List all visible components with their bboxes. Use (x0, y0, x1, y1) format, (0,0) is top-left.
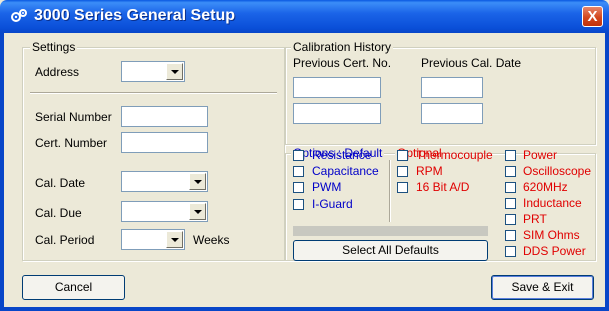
option-power-label: Power (523, 148, 558, 162)
checkbox-sim-ohms[interactable] (505, 230, 516, 241)
chevron-down-icon[interactable] (166, 63, 183, 80)
serial-number-label: Serial Number (35, 110, 112, 124)
title-bar[interactable]: 3000 Series General Setup X (0, 0, 609, 33)
chevron-down-icon[interactable] (189, 173, 206, 190)
window-border-right (605, 33, 609, 311)
option-prt-label: PRT (523, 212, 547, 226)
cancel-button-label: Cancel (54, 280, 93, 294)
checkbox-dds-power[interactable] (505, 246, 516, 257)
option-inductance-label: Inductance (523, 196, 582, 210)
window-title: 3000 Series General Setup (34, 7, 235, 24)
settings-divider (30, 92, 277, 94)
close-icon: X (587, 8, 598, 25)
cancel-button[interactable]: Cancel (22, 275, 125, 300)
previous-cal-date-field-2[interactable] (421, 103, 483, 124)
cal-date-label: Cal. Date (35, 176, 86, 190)
cert-number-input[interactable] (121, 132, 208, 153)
cert-number-label: Cert. Number (35, 136, 108, 150)
close-button[interactable]: X (582, 6, 603, 27)
option-16-bit-ad-label: 16 Bit A/D (416, 180, 470, 194)
option-i-guard-label: I-Guard (312, 197, 353, 211)
option-resistance-label: Resistance (312, 148, 372, 162)
checkbox-prt[interactable] (505, 214, 516, 225)
checkbox-resistance[interactable] (293, 150, 304, 161)
checkbox-capacitance[interactable] (293, 166, 304, 177)
previous-cert-label: Previous Cert. No. (293, 56, 392, 70)
option-oscilloscope-label: Oscilloscope (523, 164, 592, 178)
option-dds-power-label: DDS Power (523, 244, 586, 258)
settings-legend: Settings (30, 40, 78, 54)
window-border-left (0, 33, 4, 311)
checkbox-rpm[interactable] (397, 166, 408, 177)
app-icon (11, 9, 27, 22)
option-620mhz-label: 620MHz (523, 180, 568, 194)
cal-due-select[interactable] (121, 201, 208, 222)
checkbox-i-guard[interactable] (293, 199, 304, 210)
save-exit-button-label: Save & Exit (511, 280, 574, 294)
checkbox-16-bit-ad[interactable] (397, 182, 408, 193)
chevron-down-icon[interactable] (189, 203, 206, 220)
option-capacitance-label: Capacitance (312, 164, 379, 178)
checkbox-pwm[interactable] (293, 182, 304, 193)
previous-cal-date-label: Previous Cal. Date (421, 56, 522, 70)
setup-window: 3000 Series General Setup X Settings Add… (0, 0, 609, 311)
checkbox-power[interactable] (505, 150, 516, 161)
address-select[interactable] (121, 61, 185, 82)
previous-cal-date-field-1[interactable] (421, 77, 483, 98)
options-divider (389, 160, 391, 222)
checkbox-oscilloscope[interactable] (505, 166, 516, 177)
select-all-defaults-button[interactable]: Select All Defaults (293, 240, 488, 261)
progress-bar (293, 226, 488, 236)
chevron-down-icon[interactable] (166, 231, 183, 248)
option-sim-ohms-label: SIM Ohms (523, 228, 580, 242)
previous-cert-field-1[interactable] (293, 77, 381, 98)
cal-due-label: Cal. Due (35, 206, 82, 220)
cal-date-select[interactable] (121, 171, 208, 192)
previous-cert-field-2[interactable] (293, 103, 381, 124)
option-pwm-label: PWM (312, 180, 342, 194)
window-border-bottom (0, 307, 609, 311)
address-label: Address (35, 65, 80, 79)
checkbox-inductance[interactable] (505, 198, 516, 209)
serial-number-input[interactable] (121, 106, 208, 127)
weeks-label: Weeks (193, 233, 230, 247)
calibration-history-legend: Calibration History (291, 40, 394, 54)
option-rpm-label: RPM (416, 164, 443, 178)
cal-period-label: Cal. Period (35, 233, 95, 247)
checkbox-thermocouple[interactable] (397, 150, 408, 161)
option-thermocouple-label: Thermocouple (416, 148, 493, 162)
checkbox-620mhz[interactable] (505, 182, 516, 193)
save-exit-button[interactable]: Save & Exit (491, 275, 594, 300)
cal-period-select[interactable] (121, 229, 185, 250)
